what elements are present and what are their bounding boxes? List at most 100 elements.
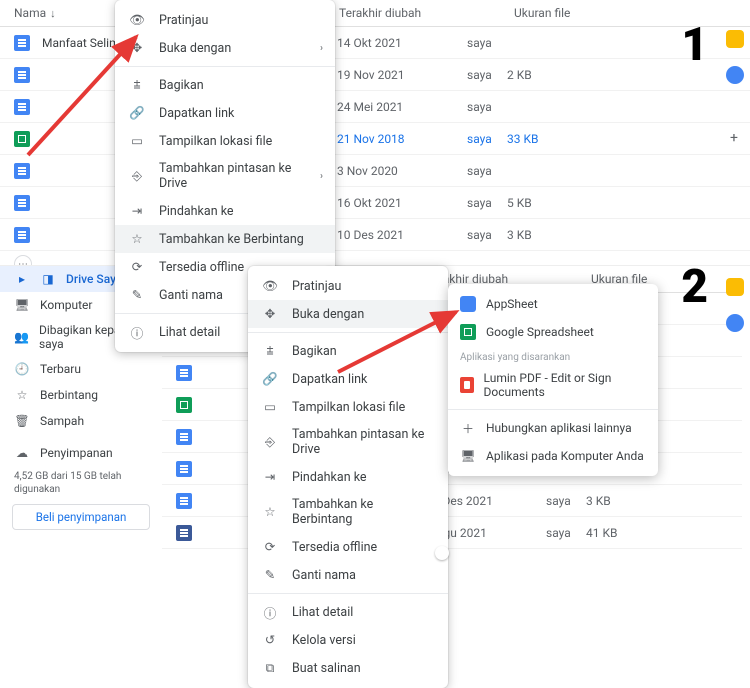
submenu-lumin[interactable]: Lumin PDF - Edit or Sign Documents (448, 365, 658, 405)
ctx-star[interactable]: ☆Tambahkan ke Berbintang (115, 225, 335, 253)
sidebar-recent[interactable]: 🕘Terbaru (0, 356, 156, 382)
column-name-label: Nama (14, 6, 46, 20)
buy-storage-button[interactable]: Beli penyimpanan (12, 504, 150, 530)
add-panel-icon[interactable]: + (726, 130, 742, 146)
ctx-share[interactable]: ⩲Bagikan (248, 337, 448, 365)
file-row[interactable]: 21 Nov 2018saya33 KB (0, 123, 750, 155)
file-owner: saya (467, 196, 507, 210)
submenu-on-computer[interactable]: 🖥Aplikasi pada Komputer Anda (448, 442, 658, 470)
ctx-preview[interactable]: 👁Pratinjau (115, 6, 335, 34)
plus-icon: ＋ (460, 420, 476, 436)
open-with-icon: ✥ (262, 306, 278, 322)
ctx-star[interactable]: ☆Tambahkan ke Berbintang (248, 491, 448, 533)
eye-icon: 👁 (129, 12, 145, 28)
cloud-icon: ☁ (14, 445, 30, 461)
ctx-show-location[interactable]: ▭Tampilkan lokasi file (115, 127, 335, 155)
submenu-google-sheets[interactable]: Google Spreadsheet (448, 318, 658, 346)
ctx-move-to[interactable]: ⇥Pindahkan ke (115, 197, 335, 225)
column-modified[interactable]: Terakhir diubah (339, 6, 514, 20)
file-list: Manfaat Selimut14 Okt 2021saya19 Nov 202… (0, 27, 750, 251)
keep-icon[interactable] (726, 30, 744, 48)
keep-icon[interactable] (726, 278, 744, 296)
ctx-versions[interactable]: ↺Kelola versi (248, 626, 448, 654)
storage-detail-text: 4,52 GB dari 15 GB telah digunakan (0, 466, 162, 500)
ctx-rename[interactable]: ✎Ganti nama (248, 561, 448, 589)
ctx-detail[interactable]: ⓘLihat detail (248, 598, 448, 626)
file-modified: 10 Des 2021 (337, 228, 467, 242)
file-row[interactable]: 10 Des 2021saya3 KB (0, 219, 750, 251)
link-icon: 🔗 (129, 105, 145, 121)
ctx-show-location[interactable]: ▭Tampilkan lokasi file (248, 393, 448, 421)
ctx-add-shortcut[interactable]: ⎆Tambahkan pintasan ke Drive (248, 421, 448, 463)
file-type-icon (176, 461, 192, 477)
file-type-icon (14, 195, 30, 211)
file-owner: saya (467, 100, 507, 114)
appsheet-icon (460, 296, 476, 312)
drive-caret-icon: ▸ (14, 271, 30, 287)
ctx-get-link[interactable]: 🔗Dapatkan link (248, 365, 448, 393)
file-row[interactable]: 16 Okt 2021saya5 KB (0, 187, 750, 219)
history-icon: ↺ (262, 632, 278, 648)
shortcut-icon: ⎆ (262, 434, 278, 450)
submenu-connect-apps[interactable]: ＋Hubungkan aplikasi lainnya (448, 414, 658, 442)
submenu-suggested-header: Aplikasi yang disarankan (448, 346, 658, 365)
folder-icon: ▭ (129, 133, 145, 149)
ctx-preview[interactable]: 👁Pratinjau (248, 272, 448, 300)
file-modified: 24 Mei 2021 (337, 100, 467, 114)
file-type-icon (14, 99, 30, 115)
sidebar-storage[interactable]: ☁Penyimpanan (0, 440, 156, 466)
file-size: 3 KB (507, 228, 607, 242)
file-type-icon (14, 227, 30, 243)
file-row[interactable]: Manfaat Selimut14 Okt 2021saya (0, 27, 750, 59)
shortcut-icon: ⎆ (129, 168, 145, 184)
tasks-icon[interactable] (726, 314, 744, 332)
file-modified: 19 Nov 2021 (337, 68, 467, 82)
file-type-icon (14, 67, 30, 83)
clock-icon: 🕘 (14, 361, 30, 377)
context-menu-2: 👁Pratinjau ✥Buka dengan› ⩲Bagikan 🔗Dapat… (248, 266, 448, 688)
file-type-icon (14, 163, 30, 179)
ctx-open-with[interactable]: ✥Buka dengan› (248, 300, 448, 328)
person-add-icon: ⩲ (262, 343, 278, 359)
offline-icon: ⟳ (262, 539, 278, 555)
sheets-icon (460, 324, 476, 340)
ctx-open-with[interactable]: ✥Buka dengan› (115, 34, 335, 62)
file-row[interactable]: 24 Mei 2021saya (0, 91, 750, 123)
file-size: 3 KB (586, 494, 686, 508)
move-icon: ⇥ (129, 203, 145, 219)
ctx-copy[interactable]: ⧉Buat salinan (248, 654, 448, 682)
people-icon: 👥 (14, 329, 29, 345)
sidebar-trash[interactable]: 🗑Sampah (0, 408, 156, 434)
file-owner: saya (467, 36, 507, 50)
file-list-header: Nama ↓ Terakhir diubah Ukuran file (0, 0, 750, 27)
info-icon: ⓘ (129, 324, 145, 340)
ctx-get-link[interactable]: 🔗Dapatkan link (115, 99, 335, 127)
offline-icon: ⟳ (129, 259, 145, 275)
move-icon: ⇥ (262, 469, 278, 485)
star-icon: ☆ (14, 387, 30, 403)
ctx-offline[interactable]: ⟳Tersedia offline (248, 533, 448, 561)
file-size: 33 KB (507, 132, 607, 146)
top-panel: Nama ↓ Terakhir diubah Ukuran file Manfa… (0, 0, 750, 270)
bottom-panel: ▸◨Drive Saya 🖥Komputer 👥Dibagikan kepada… (0, 265, 750, 500)
file-row[interactable]: 3 Nov 2020saya (0, 155, 750, 187)
pencil-icon: ✎ (262, 567, 278, 583)
sidebar-starred[interactable]: ☆Berbintang (0, 382, 156, 408)
info-icon: ⓘ (262, 604, 278, 620)
pencil-icon: ✎ (129, 287, 145, 303)
ctx-share[interactable]: ⩲Bagikan (115, 71, 335, 99)
file-row[interactable]: 19 Nov 2021saya2 KB (0, 59, 750, 91)
file-type-icon (14, 131, 30, 147)
star-icon: ☆ (129, 231, 145, 247)
trash-icon: 🗑 (14, 413, 30, 429)
submenu-appsheet[interactable]: AppSheet (448, 290, 658, 318)
column-size[interactable]: Ukuran file (514, 6, 614, 20)
annotation-number-1: 1 (681, 18, 708, 72)
ctx-move-to[interactable]: ⇥Pindahkan ke (248, 463, 448, 491)
file-owner: saya (467, 132, 507, 146)
ctx-add-shortcut[interactable]: ⎆Tambahkan pintasan ke Drive› (115, 155, 335, 197)
tasks-icon[interactable] (726, 66, 744, 84)
eye-icon: 👁 (262, 278, 278, 294)
file-type-icon (176, 397, 192, 413)
file-owner: saya (546, 526, 586, 540)
